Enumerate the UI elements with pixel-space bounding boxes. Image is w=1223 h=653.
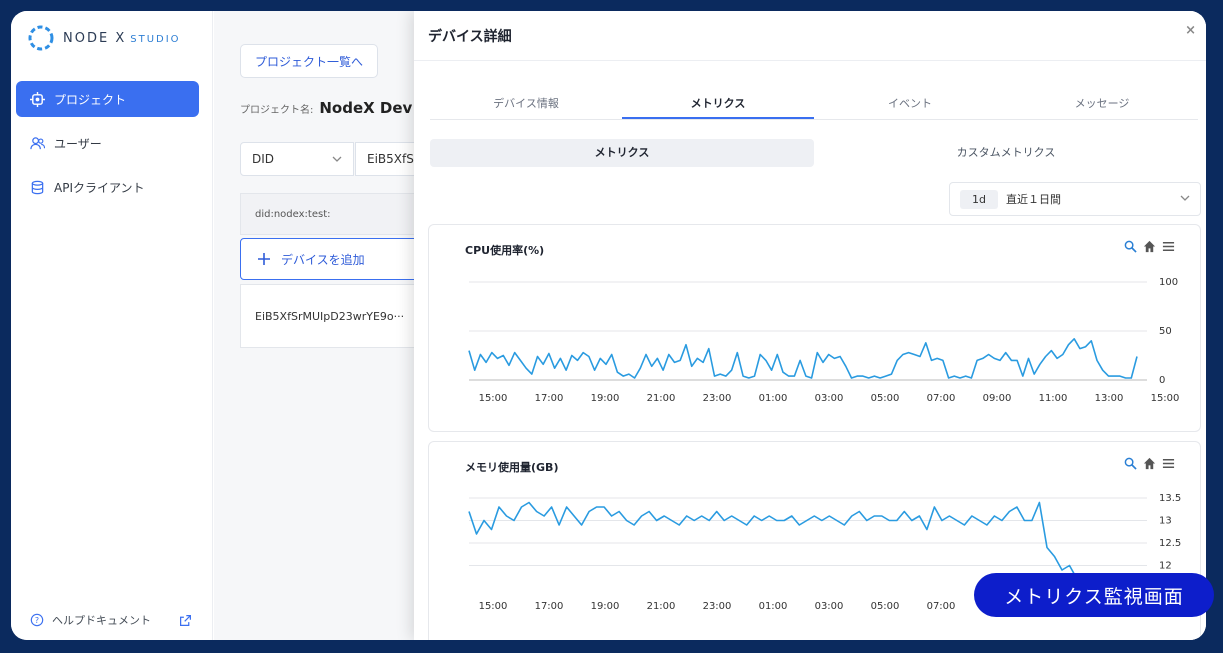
subtab-metrics[interactable]: メトリクス <box>430 139 814 167</box>
add-device-button[interactable]: デバイスを追加 <box>240 238 440 280</box>
metrics-subtabs: メトリクス カスタムメトリクス <box>430 139 1198 167</box>
x-tick-label: 15:00 <box>1151 393 1180 404</box>
tab-metrics[interactable]: メトリクス <box>622 91 814 119</box>
y-tick-label: 13 <box>1159 516 1172 527</box>
tab-messages[interactable]: メッセージ <box>1006 91 1198 119</box>
x-tick-label: 17:00 <box>535 601 564 612</box>
x-tick-label: 19:00 <box>591 601 620 612</box>
tab-events[interactable]: イベント <box>814 91 1006 119</box>
plus-icon <box>258 253 270 265</box>
nodex-logo-icon <box>28 25 54 51</box>
close-icon[interactable]: × <box>1185 23 1196 38</box>
x-tick-label: 23:00 <box>703 601 732 612</box>
cpu-chart-card: CPU使用率(%) 0 50 100 15:00 17:00 19:00 21:00 23:0… <box>428 224 1201 432</box>
x-tick-label: 07:00 <box>927 393 956 404</box>
help-icon: ? <box>30 613 44 627</box>
range-chip: 1d <box>960 189 998 209</box>
series-line <box>468 338 1138 379</box>
database-icon <box>31 180 44 194</box>
back-to-projects-button[interactable]: プロジェクト一覧へ <box>240 44 379 78</box>
x-tick-label: 09:00 <box>983 393 1012 404</box>
y-tick-label: 12 <box>1159 561 1172 572</box>
x-tick-label: 01:00 <box>759 601 788 612</box>
x-tick-label: 07:00 <box>927 601 956 612</box>
project-key: プロジェクト名: <box>240 105 314 116</box>
range-label: 直近１日間 <box>1005 193 1061 206</box>
help-label: ヘルプドキュメント <box>52 614 151 627</box>
chip-icon <box>30 91 45 107</box>
overlay-badge: メトリクス監視画面 <box>974 573 1214 617</box>
add-device-label: デバイスを追加 <box>281 252 365 267</box>
time-range-select[interactable]: 1d 直近１日間 <box>949 182 1201 216</box>
users-icon <box>30 136 45 149</box>
sidebar-item-project[interactable]: プロジェクト <box>16 81 199 117</box>
x-tick-label: 21:00 <box>647 601 676 612</box>
x-tick-label: 01:00 <box>759 393 788 404</box>
x-tick-label: 05:00 <box>871 393 900 404</box>
x-tick-label: 03:00 <box>815 601 844 612</box>
svg-text:?: ? <box>35 616 39 625</box>
help-docs-link[interactable]: ? ヘルプドキュメント <box>30 612 192 628</box>
y-tick-label: 0 <box>1159 375 1165 386</box>
did-type-select[interactable]: DID <box>240 142 354 176</box>
device-list-item[interactable]: EiB5XfSrMUIpD23wrYE9o··· <box>240 284 440 348</box>
chevron-down-icon <box>1180 195 1190 201</box>
x-tick-label: 17:00 <box>535 393 564 404</box>
did-type-value: DID <box>252 152 275 166</box>
project-label: プロジェクト名: NodeX Dev <box>240 99 412 117</box>
sidebar-item-label: ユーザー <box>54 136 102 151</box>
y-tick-label: 100 <box>1159 277 1178 288</box>
y-tick-label: 12.5 <box>1159 538 1181 549</box>
did-prefix: did:nodex:test: <box>240 193 440 235</box>
sidebar-item-label: プロジェクト <box>54 92 127 107</box>
sidebar-nav: プロジェクト ユーザー APIクライアント <box>16 81 199 213</box>
subtab-custom-metrics[interactable]: カスタムメトリクス <box>814 139 1198 167</box>
tab-device-info[interactable]: デバイス情報 <box>430 91 622 119</box>
sidebar-item-label: APIクライアント <box>54 180 145 195</box>
x-tick-label: 21:00 <box>647 393 676 404</box>
cpu-chart: 0 50 100 15:00 17:00 19:00 21:00 23:00 01:00 03:0… <box>468 277 1180 404</box>
logo: NODE X STUDIO <box>27 23 181 53</box>
x-tick-label: 15:00 <box>479 601 508 612</box>
y-tick-label: 50 <box>1159 326 1172 337</box>
x-tick-label: 03:00 <box>815 393 844 404</box>
project-name: NodeX Dev <box>319 99 413 117</box>
x-tick-label: 15:00 <box>479 393 508 404</box>
x-tick-label: 13:00 <box>1095 393 1124 404</box>
y-tick-label: 13.5 <box>1159 493 1181 504</box>
chevron-down-icon <box>332 156 342 162</box>
x-tick-label: 11:00 <box>1039 393 1068 404</box>
sidebar-item-users[interactable]: ユーザー <box>16 125 199 161</box>
x-tick-label: 19:00 <box>591 393 620 404</box>
x-tick-label: 23:00 <box>703 393 732 404</box>
device-detail-drawer: デバイス詳細 × デバイス情報 メトリクス イベント メッセージ メトリクス カ… <box>414 11 1206 640</box>
drawer-tabs: デバイス情報 メトリクス イベント メッセージ <box>430 91 1198 120</box>
sidebar: NODE X STUDIO プロジェクト ユーザー APIクライアント ? ヘルプ… <box>11 11 213 640</box>
drawer-title: デバイス詳細 <box>428 28 512 45</box>
app-window: NODE X STUDIO プロジェクト ユーザー APIクライアント ? ヘルプ… <box>11 11 1206 640</box>
logo-suffix: STUDIO <box>130 33 181 45</box>
sidebar-item-api-client[interactable]: APIクライアント <box>16 169 199 205</box>
external-link-icon[interactable] <box>179 614 192 627</box>
logo-text: NODE X <box>63 30 127 46</box>
x-tick-label: 05:00 <box>871 601 900 612</box>
